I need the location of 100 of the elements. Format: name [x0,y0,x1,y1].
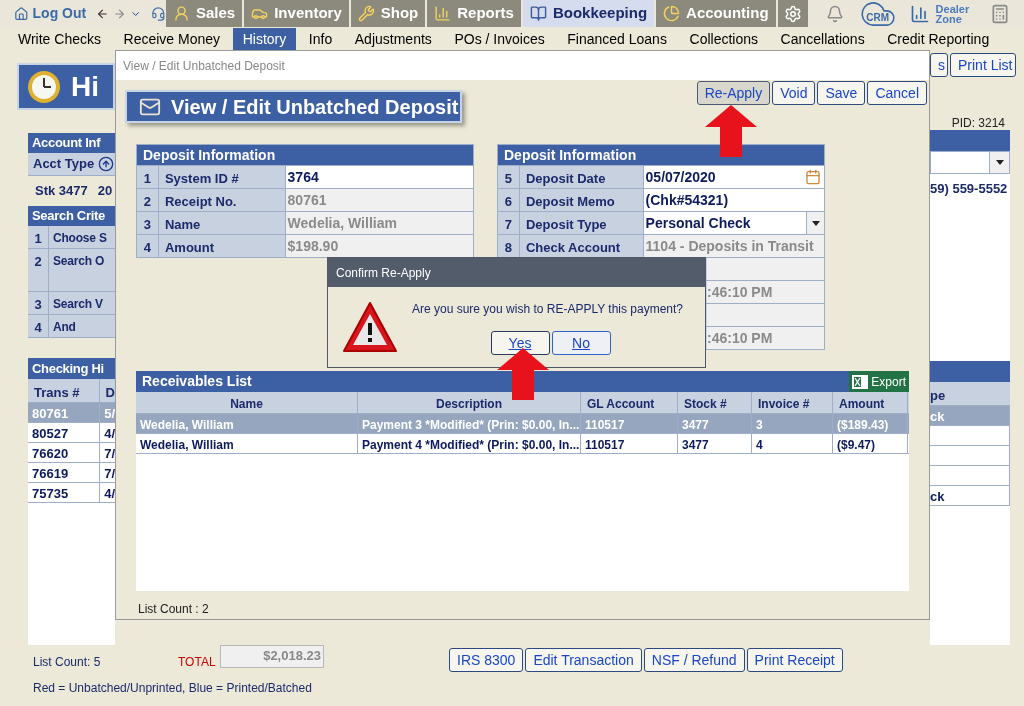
page-title: Hi [71,69,99,104]
dialog-button[interactable]: No [551,331,611,355]
action-button[interactable]: Save [817,81,866,105]
input-field: 80761 [285,189,473,211]
gear-icon [783,4,802,23]
field-label: Deposit Memo [519,189,644,211]
row-number: 3 [137,212,159,234]
row-number: 4 [137,235,159,257]
calculator-icon[interactable] [990,3,1010,24]
table-cell: 75735 [28,483,101,502]
export-button[interactable]: Export [849,371,909,392]
subnav-tab[interactable]: Cancellations [770,28,875,50]
subnav-tab[interactable]: Collections [679,28,768,50]
input-field: :46:10 PM [707,281,824,303]
field-label: Deposit Date [519,166,644,188]
pie-chart-icon [663,5,681,22]
action-button[interactable]: Cancel [867,81,927,105]
dropdown-field[interactable]: Personal Check [643,212,824,234]
action-button[interactable]: IRS 8300 [449,648,524,672]
person-icon [173,5,190,22]
table-row[interactable]: 76620 7/ [28,443,115,463]
table-cell-text: 7/ [103,465,115,482]
logout-link[interactable]: Log Out [32,3,87,24]
info-icon[interactable] [98,156,115,172]
module-tab[interactable]: Bookkeeping [522,0,655,27]
dialog-button[interactable]: Yes [490,331,550,355]
table-row[interactable] [930,445,1010,466]
dropdown-field[interactable] [930,151,1010,174]
subnav-tab[interactable]: Write Checks [8,28,111,50]
table-row[interactable] [930,465,1010,486]
table-cell-text: 4/ [103,425,115,442]
chart-icon[interactable] [909,3,930,24]
subnav-tab[interactable]: Receive Money [113,28,231,50]
table-row[interactable]: ck [930,485,1010,506]
section-header: Receivables List [141,372,252,391]
legend-text: Red = Unbatched/Unprinted, Blue = Printed/Batched [33,680,313,697]
table-cell: 110517 [581,414,678,433]
field-label: Choose S [52,230,107,247]
subnav-tab[interactable]: POs / Invoices [444,28,555,50]
list-count: List Count : 2 [138,601,210,618]
home-icon[interactable] [14,4,29,23]
field-label: Amount [158,235,286,257]
settings-button[interactable] [777,0,808,27]
field-label: Name [158,212,286,234]
pid-text: PID: 3214 [930,114,1010,130]
table-row[interactable]: 76619 7/ [28,463,115,483]
table-row[interactable]: 80527 4/ [28,423,115,443]
table-cell: 110517 [581,434,678,453]
field-label: And [52,319,76,336]
row-number: 1 [137,166,159,188]
table-row[interactable] [930,425,1010,446]
table-cell: Payment 3 *Modified* (Prin: $0.00, In... [358,414,581,433]
section-header: Deposit Information [498,145,824,165]
field-label: Acct Type [33,155,95,174]
column-header: GL Account [581,392,678,413]
column-header: pe [930,386,947,405]
dealer-zone-link[interactable]: Dealer Zone [935,3,970,24]
subnav-tab[interactable]: History [232,28,297,50]
dialog-title: Confirm Re-Apply [336,264,431,282]
row-number: 6 [498,189,520,211]
table-row[interactable]: 75735 4/ [28,483,115,503]
subnav-tab[interactable]: Adjustments [344,28,442,50]
input-field[interactable]: 3764 [285,166,473,188]
row-number: 1 [28,226,49,248]
table-row[interactable]: Wedelia, William Payment 4 *Modified* (Prin: $0.00, In... 110517 3477 4 ($9.47) [136,434,909,454]
subnav-tab[interactable]: Financed Loans [557,28,677,50]
action-button[interactable]: Edit Transaction [525,648,642,672]
caret-icon [811,220,820,226]
pointer-arrow [497,348,549,400]
column-header: Name [136,392,358,413]
field-label: Search V [52,296,103,313]
input-field: Wedelia, William [285,212,473,234]
action-button[interactable]: Re-Apply [696,81,771,105]
total-field: $2,018.23 [220,645,324,668]
section-header: Checking Hi [28,358,115,379]
action-button[interactable]: Print List [950,53,1016,77]
section-header: Account Inf [28,133,115,153]
action-button[interactable]: NSF / Refund [643,648,745,672]
action-button[interactable]: Print Receipt [746,648,843,672]
bell-icon[interactable] [825,4,844,23]
action-button[interactable]: Void [772,81,816,105]
headset-icon[interactable] [151,4,166,23]
book-icon [529,5,547,22]
subnav-tab[interactable]: Credit Reporting [877,28,1000,50]
stock-text: Stk 3477 [35,182,88,197]
column-header: Invoice # [752,392,833,413]
column-header: Trans # [28,379,100,402]
action-button[interactable]: s [930,53,948,77]
input-field[interactable]: (Chk#54321) [643,189,824,211]
input-field[interactable]: 05/07/2020 [643,166,824,188]
column-header: Amount [833,392,908,413]
subnav-tab[interactable]: Info [298,28,343,50]
table-cell-text: 5/ [103,405,115,422]
heading-banner: View / Edit Unbatched Deposit [125,90,462,123]
row-number: 4 [28,315,49,337]
pointer-arrow [705,105,757,157]
list-count: List Count: 5 [33,654,102,671]
input-field: 1104 - Deposits in Transit [643,235,824,257]
table-cell: 3 [752,414,833,433]
calendar-icon[interactable] [805,169,821,185]
